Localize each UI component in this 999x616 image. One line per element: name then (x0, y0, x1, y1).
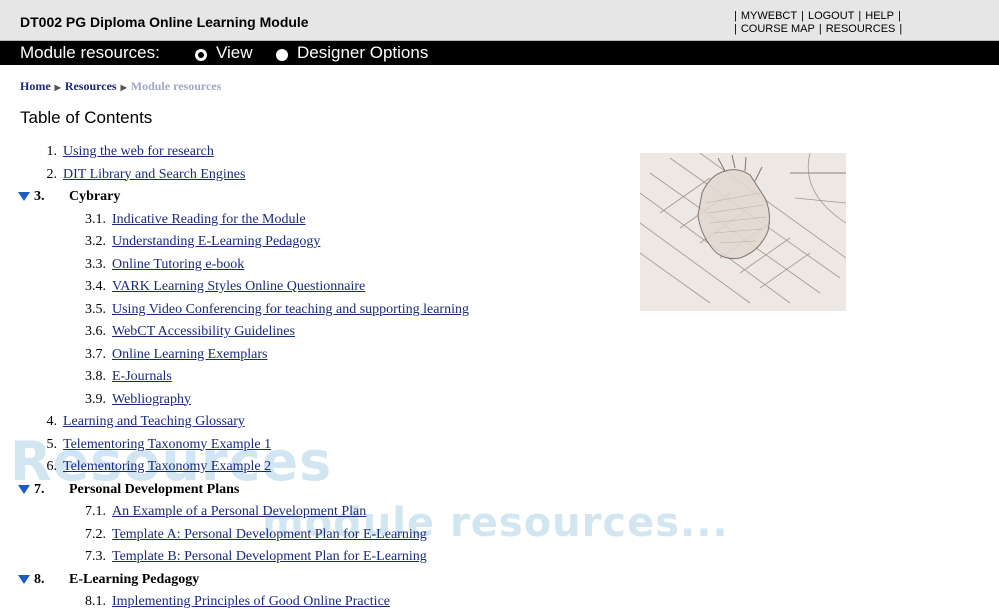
toc-number: 6. (46, 459, 58, 474)
breadcrumb-resources[interactable]: Resources (65, 79, 117, 93)
toc-item: 3.9. Webliography (0, 391, 640, 414)
toc-number: 8. (34, 571, 45, 587)
toc-link[interactable]: Indicative Reading for the Module (112, 211, 306, 229)
toc-number: 3.9. (85, 391, 106, 407)
toc-link[interactable]: Template B: Personal Development Plan fo… (112, 548, 427, 566)
toc-number: 3.4. (85, 279, 106, 294)
toc-item: 8.1. Implementing Principles of Good Onli… (0, 593, 640, 616)
course-title: DT002 PG Diploma Online Learning Module (20, 14, 309, 30)
toc-link[interactable]: Implementing Principles of Good Online P… (112, 593, 390, 611)
toc-item: 2. DIT Library and Search Engines (0, 166, 640, 189)
toc-item: 3.2. Understanding E-Learning Pedagogy (0, 233, 640, 256)
toc-number: 1. (46, 144, 58, 159)
top-nav-links: | MYWEBCT | LOGOUT | HELP | | COURSE MAP | RESOUR… (730, 10, 906, 36)
toc-number: 3.2. (85, 234, 106, 249)
breadcrumb-arrow-icon: ▶ (54, 83, 61, 92)
designer-options-radio-label: Designer Options (297, 43, 429, 62)
toc-link[interactable]: Webliography (112, 391, 191, 409)
designer-options-radio-dot (276, 49, 288, 61)
toc-number: 2. (46, 166, 58, 182)
toc-number: 7. (34, 481, 45, 497)
collapse-triangle-icon[interactable] (18, 192, 30, 201)
toc-item: 4. Learning and Teaching Glossary (0, 413, 640, 436)
toc-number: 3.8. (85, 369, 106, 384)
mywebct-link[interactable]: MYWEBCT (741, 10, 797, 22)
toc-link[interactable]: Understanding E-Learning Pedagogy (112, 233, 320, 251)
designer-options-radio[interactable]: Designer Options (276, 43, 429, 65)
toc-item: 7.1. An Example of a Personal Development… (0, 503, 640, 526)
toc-number: 4. (46, 414, 58, 429)
toc-link[interactable]: VARK Learning Styles Online Questionnair… (112, 278, 365, 296)
view-radio[interactable]: View (195, 43, 253, 65)
view-radio-dot (195, 49, 207, 61)
toc-item: 6. Telementoring Taxonomy Example 2 (0, 458, 640, 481)
breadcrumb-arrow-icon: ▶ (120, 83, 127, 92)
toc-item: 3.1. Indicative Reading for the Module (0, 211, 640, 234)
toc-link[interactable]: Using Video Conferencing for teaching an… (112, 301, 469, 319)
toc-section-title: Personal Development Plans (69, 481, 240, 497)
toc-number: 5. (46, 436, 58, 452)
toc-section: 8. E-Learning Pedagogy (0, 571, 640, 594)
toc-section: 7. Personal Development Plans (0, 481, 640, 504)
toc-number: 7.3. (85, 549, 106, 564)
resources-link[interactable]: RESOURCES (826, 23, 896, 35)
toc-link[interactable]: An Example of a Personal Development Pla… (112, 503, 366, 521)
toc-section-title: E-Learning Pedagogy (69, 571, 200, 587)
help-link[interactable]: HELP (865, 10, 894, 22)
toc-link[interactable]: Using the web for research (63, 143, 214, 161)
breadcrumb-home[interactable]: Home (20, 79, 51, 93)
toc-link[interactable]: WebCT Accessibility Guidelines (112, 323, 295, 341)
toc-number: 3.3. (85, 256, 106, 272)
toc-number: 3.6. (85, 324, 106, 339)
toc-number: 8.1. (85, 594, 106, 609)
toc-link[interactable]: Online Tutoring e-book (112, 256, 244, 274)
toc-link[interactable]: Telementoring Taxonomy Example 1 (63, 436, 271, 454)
toc-number: 7.2. (85, 526, 106, 542)
toc-number: 3.7. (85, 346, 106, 362)
toc-item: 1. Using the web for research (0, 143, 640, 166)
toc-item: 3.6. WebCT Accessibility Guidelines (0, 323, 640, 346)
toc-item: 3.4. VARK Learning Styles Online Question… (0, 278, 640, 301)
module-resources-label: Module resources: (20, 43, 160, 62)
toc-item: 7.2. Template A: Personal Development Pla… (0, 526, 640, 549)
toc-number: 3.5. (85, 301, 106, 317)
toc-item: 3.8. E-Journals (0, 368, 640, 391)
page-title: Table of Contents (20, 108, 153, 127)
breadcrumb: Home ▶ Resources ▶ Module resources (20, 79, 221, 94)
keyboard-hand-sketch-icon (640, 153, 846, 311)
toc-link[interactable]: Online Learning Exemplars (112, 346, 268, 364)
view-radio-label: View (216, 43, 253, 62)
toc-link[interactable]: DIT Library and Search Engines (63, 166, 245, 184)
toc-item: 3.5. Using Video Conferencing for teachin… (0, 301, 640, 324)
breadcrumb-current: Module resources (130, 79, 222, 93)
course-map-link[interactable]: COURSE MAP (741, 23, 815, 35)
toc-section-title: Cybrary (69, 189, 121, 204)
toc-number: 7.1. (85, 504, 106, 519)
top-header-bar: DT002 PG Diploma Online Learning Module … (0, 0, 999, 41)
toc-link[interactable]: Template A: Personal Development Plan fo… (112, 526, 427, 544)
table-of-contents: 1. Using the web for research 2. DIT Librar… (0, 143, 640, 616)
toc-link[interactable]: E-Journals (112, 368, 172, 386)
toc-item: 3.3. Online Tutoring e-book (0, 256, 640, 279)
toc-item: 5. Telementoring Taxonomy Example 1 (0, 436, 640, 459)
toc-link[interactable]: Telementoring Taxonomy Example 2 (63, 458, 271, 476)
toc-number: 3.1. (85, 211, 106, 227)
toc-number: 3. (34, 189, 45, 204)
toc-item: 3.7. Online Learning Exemplars (0, 346, 640, 369)
top-nav-row-1: | MYWEBCT | LOGOUT | HELP | (734, 10, 901, 22)
module-mode-bar: Module resources: View Designer Options (0, 41, 999, 65)
toc-section: 3. Cybrary (0, 188, 640, 211)
logout-link[interactable]: LOGOUT (808, 10, 854, 22)
collapse-triangle-icon[interactable] (18, 574, 30, 584)
collapse-triangle-icon[interactable] (18, 484, 30, 494)
top-nav-row-2: | COURSE MAP | RESOURCES | (734, 23, 903, 35)
toc-item: 7.3. Template B: Personal Development Pla… (0, 548, 640, 571)
toc-link[interactable]: Learning and Teaching Glossary (63, 413, 245, 431)
keyboard-sketch-image (640, 153, 846, 311)
